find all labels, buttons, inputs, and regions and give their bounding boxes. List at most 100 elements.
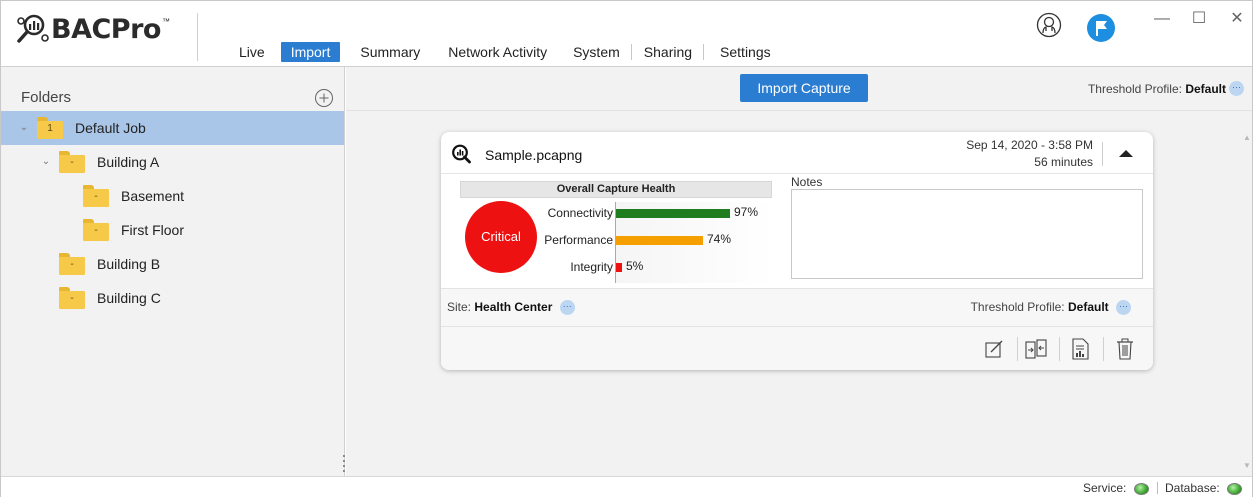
site-value: Health Center bbox=[474, 300, 553, 314]
folder-icon: 1 bbox=[37, 117, 63, 139]
folders-header: Folders bbox=[21, 89, 72, 106]
capture-threshold-profile: Threshold Profile: Default ··· bbox=[970, 300, 1131, 316]
threshold-label: Threshold Profile: bbox=[970, 300, 1065, 314]
metric-track: 74% bbox=[615, 229, 775, 256]
minimize-button[interactable]: — bbox=[1151, 9, 1173, 29]
close-button[interactable]: ✕ bbox=[1226, 9, 1248, 29]
metric-value: 74% bbox=[707, 232, 732, 246]
tab-summary[interactable]: Summary bbox=[350, 42, 430, 62]
tab-settings[interactable]: Settings bbox=[704, 42, 781, 62]
import-area: Import Capture Threshold Profile: Defaul… bbox=[346, 67, 1252, 476]
tab-sharing[interactable]: Sharing bbox=[632, 42, 705, 62]
threshold-value: Default bbox=[1185, 82, 1226, 96]
notes-label: Notes bbox=[791, 175, 823, 189]
service-status-led-icon bbox=[1133, 482, 1149, 495]
chevron-down-icon[interactable]: ⌄ bbox=[39, 155, 53, 169]
add-folder-icon[interactable] bbox=[314, 88, 334, 108]
notes-field[interactable] bbox=[791, 189, 1143, 279]
health-status-indicator: Critical bbox=[465, 201, 537, 273]
folder-count: 1 bbox=[47, 123, 53, 134]
edit-icon[interactable] bbox=[983, 337, 1005, 361]
folder-icon: - bbox=[83, 219, 109, 241]
metric-track: 97% bbox=[615, 202, 775, 229]
folder-count: - bbox=[70, 293, 74, 304]
app-window: BACPro ™ Live Import Summary Network Acti… bbox=[0, 0, 1253, 497]
folder-icon: - bbox=[59, 253, 85, 275]
status-divider bbox=[1157, 482, 1158, 494]
tree-item-basement[interactable]: - Basement bbox=[1, 179, 344, 213]
database-status: Database: bbox=[1165, 481, 1243, 495]
tree-item-label: Building C bbox=[97, 290, 161, 306]
header-divider bbox=[1102, 142, 1103, 166]
tab-system[interactable]: System bbox=[563, 42, 632, 62]
folders-panel: Folders ⌄ 1 Default Job ⌄ - Building A -… bbox=[1, 67, 345, 476]
scroll-up-icon[interactable]: ▲ bbox=[1243, 133, 1251, 142]
tree-item-label: Default Job bbox=[75, 120, 146, 136]
tree-item-building-b[interactable]: - Building B bbox=[1, 247, 344, 281]
folder-tree: ⌄ 1 Default Job ⌄ - Building A - Basemen… bbox=[1, 111, 344, 315]
service-label: Service: bbox=[1083, 481, 1127, 495]
capture-date: Sep 14, 2020 - 3:58 PM bbox=[966, 138, 1093, 152]
threshold-more-button[interactable]: ··· bbox=[1116, 300, 1131, 316]
database-status-led-icon bbox=[1227, 482, 1243, 495]
tree-item-label: Basement bbox=[121, 188, 185, 204]
tree-item-label: Building B bbox=[97, 256, 161, 272]
capture-site-row: Site: Health Center ··· Threshold Profil… bbox=[441, 288, 1153, 327]
threshold-more-button[interactable]: ··· bbox=[1229, 81, 1244, 96]
capture-timestamp: Sep 14, 2020 - 3:58 PM 56 minutes bbox=[966, 137, 1093, 171]
site-more-button[interactable]: ··· bbox=[559, 300, 575, 316]
tree-item-building-a[interactable]: ⌄ - Building A bbox=[1, 145, 344, 179]
site-label: Site: bbox=[447, 300, 472, 314]
collapse-card-icon[interactable] bbox=[1117, 146, 1135, 160]
capture-card: Sample.pcapng Sep 14, 2020 - 3:58 PM 56 … bbox=[441, 132, 1153, 370]
folder-count: - bbox=[70, 157, 74, 168]
folder-icon: - bbox=[59, 287, 85, 309]
tree-item-first-floor[interactable]: - First Floor bbox=[1, 213, 344, 247]
action-divider bbox=[1059, 337, 1060, 361]
import-capture-button[interactable]: Import Capture bbox=[740, 74, 868, 102]
metric-value: 97% bbox=[734, 205, 759, 219]
compare-icon[interactable] bbox=[1024, 337, 1048, 361]
scroll-down-icon[interactable]: ▼ bbox=[1243, 461, 1251, 470]
action-divider bbox=[1103, 337, 1104, 361]
metric-label: Performance bbox=[544, 233, 613, 247]
maximize-button[interactable]: ☐ bbox=[1188, 9, 1210, 29]
logo-trademark: ™ bbox=[161, 16, 170, 26]
report-icon[interactable] bbox=[1069, 337, 1091, 361]
tab-live[interactable]: Live bbox=[229, 42, 275, 62]
capture-search-icon bbox=[452, 144, 471, 164]
user-icon[interactable] bbox=[1036, 12, 1062, 38]
trash-icon[interactable] bbox=[1114, 337, 1136, 361]
health-bars: Connectivity 97% Performance 74% Integri… bbox=[540, 202, 780, 283]
logo-icon bbox=[17, 14, 49, 43]
notification-flag-icon[interactable] bbox=[1087, 14, 1115, 42]
action-divider bbox=[1017, 337, 1018, 361]
folder-count: - bbox=[94, 191, 98, 202]
metric-label: Connectivity bbox=[547, 206, 613, 220]
tab-network-activity[interactable]: Network Activity bbox=[438, 42, 557, 62]
threshold-profile-global: Threshold Profile: Default bbox=[1088, 82, 1226, 96]
tree-item-building-c[interactable]: - Building C bbox=[1, 281, 344, 315]
tree-item-label: First Floor bbox=[121, 222, 184, 238]
metric-bar bbox=[616, 236, 703, 245]
folder-icon: - bbox=[59, 151, 85, 173]
metric-label: Integrity bbox=[570, 260, 613, 274]
folder-count: - bbox=[70, 259, 74, 270]
service-status: Service: bbox=[1083, 481, 1149, 495]
tree-item-default-job[interactable]: ⌄ 1 Default Job bbox=[1, 111, 344, 145]
capture-actions bbox=[441, 327, 1153, 370]
tab-import[interactable]: Import bbox=[280, 42, 341, 62]
threshold-label: Threshold Profile: bbox=[1087, 82, 1182, 96]
app-logo: BACPro ™ bbox=[15, 9, 170, 49]
threshold-value: Default bbox=[1067, 300, 1109, 314]
main-nav: Live Import Summary Network Activity Sys… bbox=[229, 41, 781, 63]
database-label: Database: bbox=[1165, 481, 1220, 495]
vertical-scrollbar[interactable]: ▲ ▼ bbox=[1242, 111, 1252, 476]
status-bar: Service: Database: bbox=[1, 476, 1252, 497]
health-chart-title: Overall Capture Health bbox=[460, 181, 772, 198]
capture-filename: Sample.pcapng bbox=[485, 147, 583, 163]
metric-track: 5% bbox=[615, 256, 775, 283]
folder-icon: - bbox=[83, 185, 109, 207]
chevron-down-icon[interactable]: ⌄ bbox=[17, 121, 31, 135]
metric-value: 5% bbox=[626, 259, 644, 273]
